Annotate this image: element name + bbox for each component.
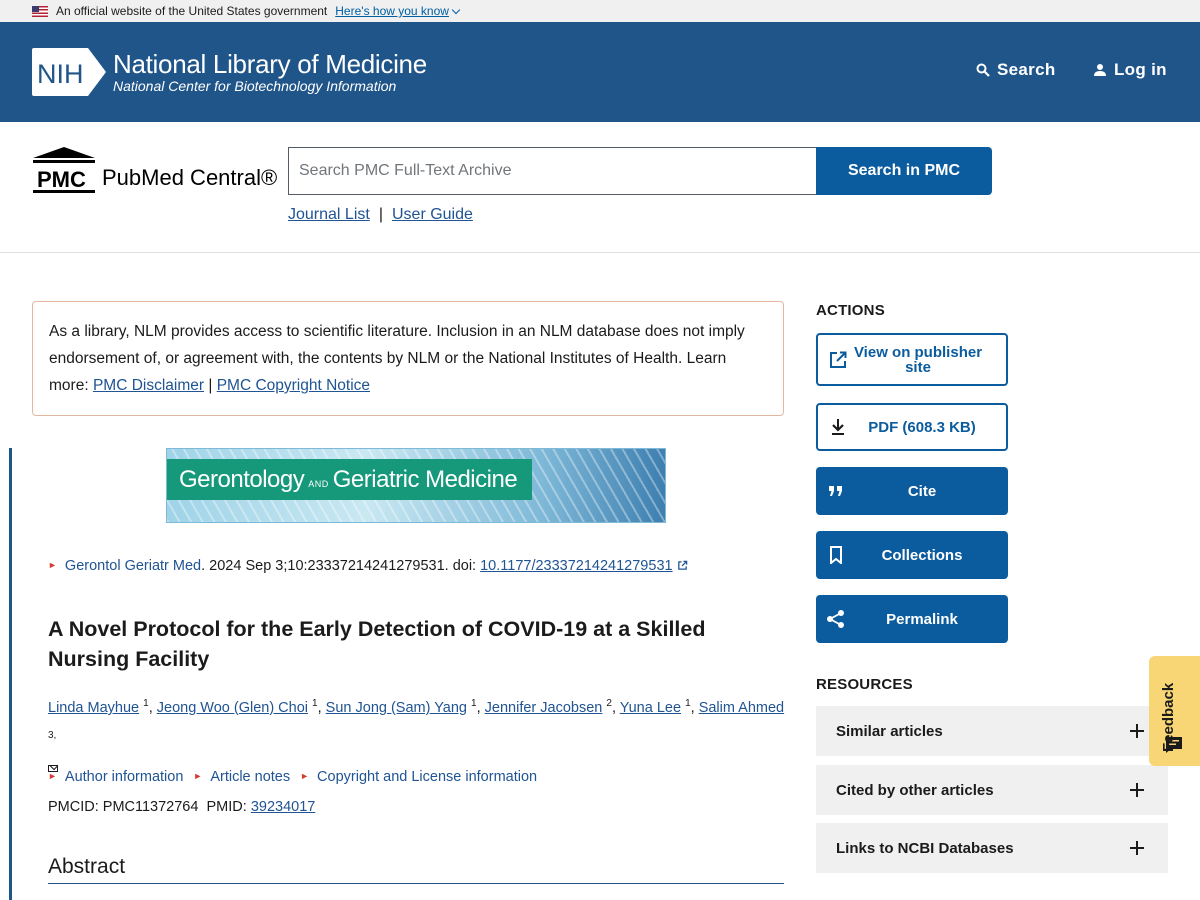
plus-icon: [1130, 783, 1144, 797]
actions-heading: ACTIONS: [816, 302, 885, 319]
journal-banner-title: Gerontology AND Geriatric Medicine: [167, 459, 532, 500]
gov-banner: An official website of the United States…: [0, 0, 1200, 22]
citation-details: . 2024 Sep 3;10:23337214241279531. doi:: [201, 558, 481, 574]
pmc-logo-abbr: PMC: [37, 167, 86, 192]
search-icon: [976, 63, 990, 77]
how-you-know-label: Here's how you know: [335, 4, 449, 18]
nlm-header: NIH National Library of Medicine Nationa…: [0, 22, 1200, 122]
nlm-disclaimer: As a library, NLM provides access to sci…: [32, 301, 784, 416]
user-icon: [1094, 64, 1106, 76]
permalink-button[interactable]: Permalink: [816, 595, 1008, 643]
expand-triangle-icon: ►: [48, 560, 57, 570]
pdf-download-button[interactable]: PDF (608.3 KB): [816, 403, 1008, 451]
expand-triangle-icon: ►: [300, 771, 310, 781]
pmc-building-icon: PMC: [33, 147, 95, 193]
feedback-label: Feedback: [1160, 682, 1177, 752]
chevron-down-icon: [451, 5, 461, 14]
cited-by-accordion[interactable]: Cited by other articles: [816, 765, 1168, 815]
article-info-links: ► Author information ► Article notes ► Copy…: [48, 769, 537, 785]
author-affiliation[interactable]: 3,: [48, 730, 56, 741]
similar-articles-accordion[interactable]: Similar articles: [816, 706, 1168, 756]
author-affiliation[interactable]: 1: [685, 698, 691, 709]
nlm-subtitle: National Center for Biotechnology Inform…: [113, 78, 397, 94]
journal-list-link[interactable]: Journal List: [288, 206, 370, 224]
pmc-copyright-link[interactable]: PMC Copyright Notice: [217, 377, 370, 394]
author-link[interactable]: Jennifer Jacobsen: [485, 700, 603, 716]
download-icon: [828, 417, 848, 437]
article-title: A Novel Protocol for the Early Detection…: [48, 617, 706, 671]
cite-button[interactable]: Cite: [816, 467, 1008, 515]
ncbi-links-accordion[interactable]: Links to NCBI Databases: [816, 823, 1168, 873]
author-link[interactable]: Jeong Woo (Glen) Choi: [157, 700, 308, 716]
expand-triangle-icon: ►: [193, 771, 203, 781]
quote-icon: [826, 481, 846, 501]
pmc-logo-text: PubMed Central®: [102, 165, 278, 190]
author-link[interactable]: Salim Ahmed: [699, 700, 784, 716]
resources-heading: RESOURCES: [816, 676, 913, 693]
author-affiliation[interactable]: 1: [471, 698, 477, 709]
collections-button[interactable]: Collections: [816, 531, 1008, 579]
journal-banner-and: AND: [308, 479, 329, 489]
cited-by-label: Cited by other articles: [836, 781, 994, 799]
bookmark-icon: [826, 545, 846, 565]
doi-link[interactable]: 10.1177/23337214241279531: [480, 558, 672, 574]
disclaimer-separator: |: [208, 377, 213, 394]
pmc-search-input[interactable]: [288, 147, 817, 195]
search-in-pmc-button[interactable]: Search in PMC: [816, 147, 992, 195]
header-login-button[interactable]: Log in: [1093, 60, 1167, 80]
how-you-know-link[interactable]: Here's how you know: [335, 4, 461, 18]
author-link[interactable]: Sun Jong (Sam) Yang: [326, 700, 467, 716]
user-guide-link[interactable]: User Guide: [392, 206, 473, 224]
similar-articles-label: Similar articles: [836, 722, 943, 740]
sublinks-separator: |: [378, 206, 383, 223]
feedback-tab[interactable]: Feedback: [1149, 656, 1200, 766]
nih-logo-text: NIH: [37, 59, 84, 89]
disclaimer-text: As a library, NLM provides access to sci…: [49, 323, 745, 367]
gov-banner-text: An official website of the United States…: [56, 4, 328, 18]
pmid-link[interactable]: 39234017: [251, 799, 316, 815]
article-notes-label: Article notes: [210, 769, 291, 785]
expand-triangle-icon: ►: [48, 771, 57, 781]
copyright-label: Copyright and License information: [317, 769, 538, 785]
author-information-toggle[interactable]: ► Author information: [48, 769, 183, 785]
pmid-label: PMID:: [206, 799, 247, 815]
pmc-logo[interactable]: PMC PubMed Central®: [32, 146, 277, 194]
journal-link[interactable]: Gerontol Geriatr Med: [65, 558, 201, 574]
pmcid: PMCID: PMC11372764: [48, 799, 199, 815]
header-login-label: Log in: [1114, 60, 1167, 79]
external-link-icon: [677, 560, 687, 570]
external-link-icon: [828, 350, 848, 370]
author-link[interactable]: Linda Mayhue: [48, 700, 139, 716]
journal-banner[interactable]: Gerontology AND Geriatric Medicine: [166, 448, 666, 523]
nlm-title[interactable]: National Library of Medicine: [113, 49, 427, 80]
article-citation: ► Gerontol Geriatr Med. 2024 Sep 3;10:233…: [48, 558, 688, 574]
pmc-disclaimer-link[interactable]: PMC Disclaimer: [93, 377, 204, 394]
author-affiliation[interactable]: 1: [143, 698, 149, 709]
view-publisher-button[interactable]: View on publisher site: [816, 333, 1008, 386]
author-affiliation[interactable]: 1: [312, 698, 318, 709]
share-icon: [826, 609, 846, 629]
journal-banner-part1: Gerontology: [179, 466, 305, 493]
article-left-rule: [9, 448, 12, 900]
header-search-label: Search: [997, 60, 1056, 79]
header-search-button[interactable]: Search: [976, 60, 1056, 80]
us-flag-icon: [32, 5, 48, 17]
journal-banner-part2: Geriatric Medicine: [332, 466, 518, 493]
plus-icon: [1130, 724, 1144, 738]
author-affiliation[interactable]: 2: [606, 698, 612, 709]
plus-icon: [1130, 841, 1144, 855]
nih-logo[interactable]: NIH: [32, 48, 106, 96]
copyright-toggle[interactable]: ► Copyright and License information: [300, 769, 537, 785]
article-ids: PMCID: PMC11372764 PMID: 39234017: [48, 799, 315, 815]
pmc-sublinks: Journal List | User Guide: [288, 206, 473, 224]
author-list: Linda Mayhue 1, Jeong Woo (Glen) Choi 1,…: [48, 690, 788, 782]
article-notes-toggle[interactable]: ► Article notes: [193, 769, 290, 785]
abstract-heading: Abstract: [48, 855, 784, 884]
ncbi-links-label: Links to NCBI Databases: [836, 839, 1014, 857]
author-link[interactable]: Yuna Lee: [620, 700, 681, 716]
author-information-label: Author information: [64, 769, 184, 785]
pmc-search-bar: PMC PubMed Central® Search in PMC Journa…: [0, 122, 1200, 253]
